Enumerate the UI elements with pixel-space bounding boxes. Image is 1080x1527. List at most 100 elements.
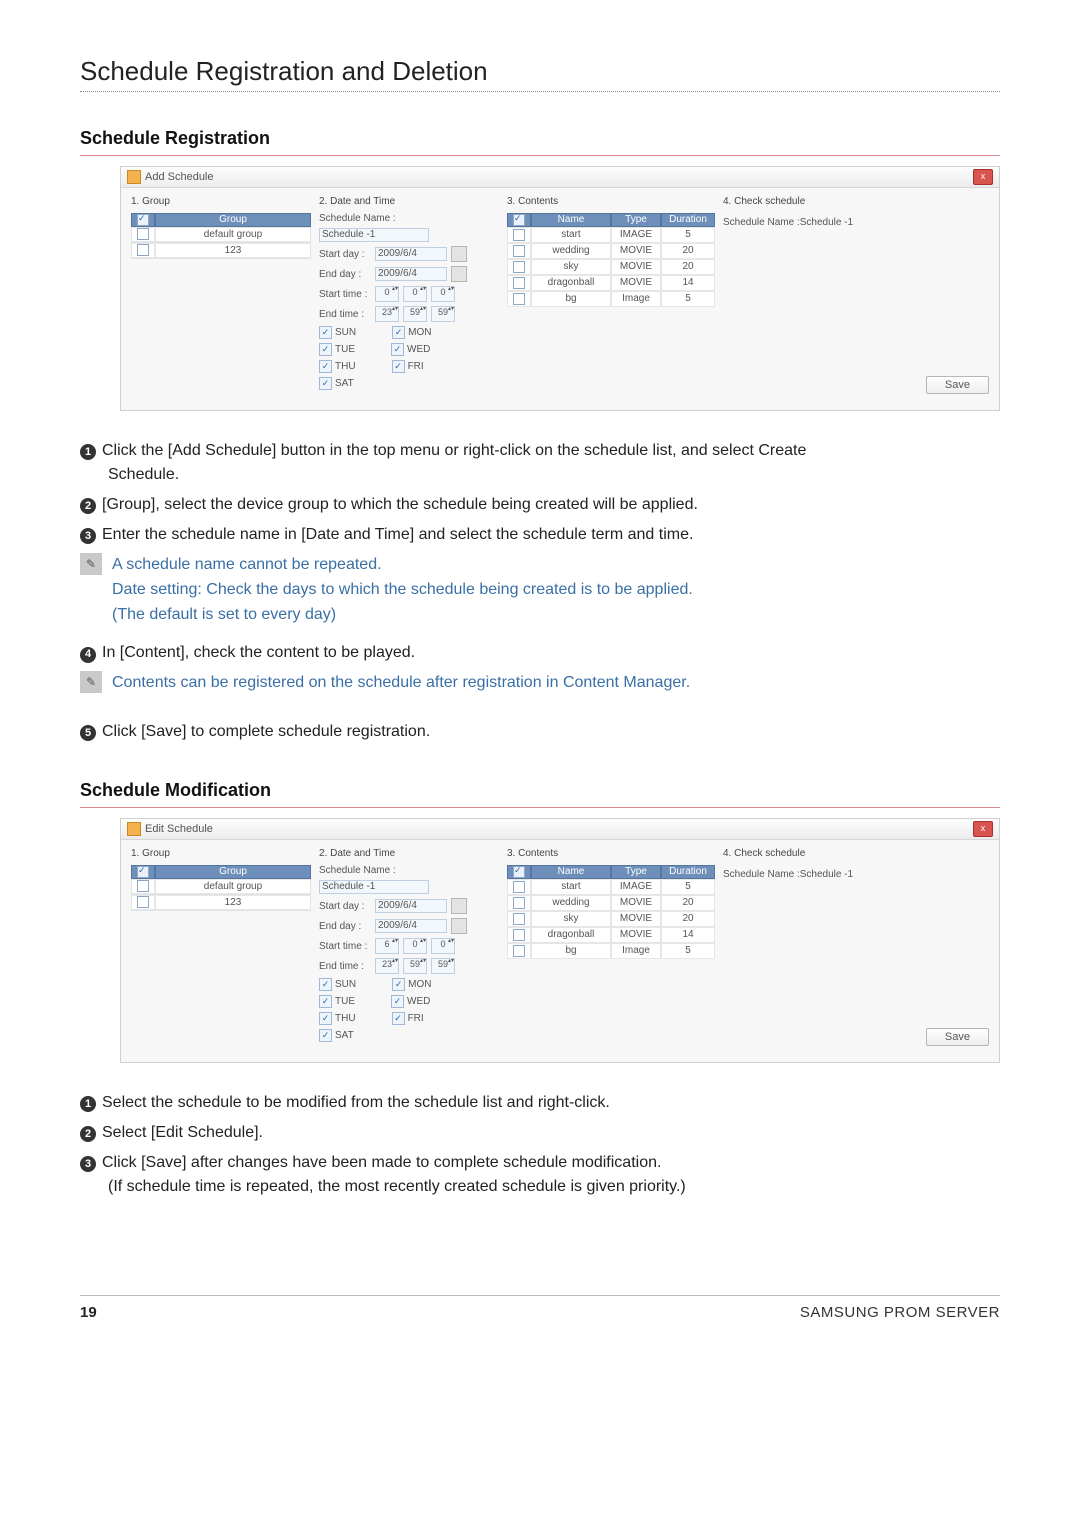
check-schedule-title: 4. Check schedule xyxy=(723,196,989,207)
content-row[interactable]: sky MOVIE 20 xyxy=(507,911,715,927)
end-day-input[interactable]: 2009/6/4 xyxy=(375,919,447,933)
schedule-name-input[interactable]: Schedule -1 xyxy=(319,880,429,894)
bullet-1-icon: 1 xyxy=(80,1096,96,1112)
contents-header-type: Type xyxy=(611,213,661,227)
content-row[interactable]: start IMAGE 5 xyxy=(507,879,715,895)
day-fri[interactable]: ✓FRI xyxy=(392,1012,424,1025)
close-icon[interactable]: x xyxy=(973,821,993,837)
bullet-4-icon: 4 xyxy=(80,647,96,663)
day-thu[interactable]: ✓THU xyxy=(319,360,356,373)
day-mon[interactable]: ✓MON xyxy=(392,326,431,339)
start-sec-spin[interactable]: 0 xyxy=(431,938,455,954)
checkbox-icon[interactable] xyxy=(137,228,149,240)
day-fri[interactable]: ✓FRI xyxy=(392,360,424,373)
dialog-title: Edit Schedule xyxy=(145,823,213,835)
section-divider xyxy=(80,155,1000,156)
schedule-name-label: Schedule Name : xyxy=(319,213,396,224)
group-header-name: Group xyxy=(155,213,311,227)
step-2: 2[Group], select the device group to whi… xyxy=(80,493,1000,517)
start-min-spin[interactable]: 0 xyxy=(403,286,427,302)
start-min-spin[interactable]: 0 xyxy=(403,938,427,954)
content-row[interactable]: bg Image 5 xyxy=(507,291,715,307)
checkbox-icon[interactable] xyxy=(137,880,149,892)
calendar-icon[interactable] xyxy=(451,246,467,262)
checkbox-icon[interactable] xyxy=(513,277,525,289)
note-line: (The default is set to every day) xyxy=(112,603,693,628)
checkbox-icon[interactable] xyxy=(513,913,525,925)
group-section-title: 1. Group xyxy=(131,196,311,207)
bullet-5-icon: 5 xyxy=(80,725,96,741)
start-day-input[interactable]: 2009/6/4 xyxy=(375,247,447,261)
content-row[interactable]: wedding MOVIE 20 xyxy=(507,243,715,259)
close-icon[interactable]: x xyxy=(973,169,993,185)
page-title: Schedule Registration and Deletion xyxy=(80,56,1000,87)
end-sec-spin[interactable]: 59 xyxy=(431,306,455,322)
end-day-input[interactable]: 2009/6/4 xyxy=(375,267,447,281)
start-sec-spin[interactable]: 0 xyxy=(431,286,455,302)
start-hour-spin[interactable]: 0 xyxy=(375,286,399,302)
bullet-3-icon: 3 xyxy=(80,1156,96,1172)
check-schedule-name: Schedule Name :Schedule -1 xyxy=(723,869,989,880)
content-row[interactable]: sky MOVIE 20 xyxy=(507,259,715,275)
dialog-icon xyxy=(127,822,141,836)
contents-header-check[interactable] xyxy=(507,865,531,879)
group-row[interactable]: 123 xyxy=(131,895,311,911)
check-schedule-name: Schedule Name :Schedule -1 xyxy=(723,217,989,228)
end-min-spin[interactable]: 59 xyxy=(403,958,427,974)
group-row[interactable]: 123 xyxy=(131,243,311,259)
day-sun[interactable]: ✓SUN xyxy=(319,978,356,991)
content-row[interactable]: dragonball MOVIE 14 xyxy=(507,927,715,943)
day-sun[interactable]: ✓SUN xyxy=(319,326,356,339)
day-tue[interactable]: ✓TUE xyxy=(319,343,355,356)
end-min-spin[interactable]: 59 xyxy=(403,306,427,322)
day-mon[interactable]: ✓MON xyxy=(392,978,431,991)
end-hour-spin[interactable]: 23 xyxy=(375,306,399,322)
save-button[interactable]: Save xyxy=(926,1028,989,1046)
content-row[interactable]: start IMAGE 5 xyxy=(507,227,715,243)
checkbox-icon[interactable] xyxy=(513,929,525,941)
calendar-icon[interactable] xyxy=(451,898,467,914)
day-wed[interactable]: ✓WED xyxy=(391,343,430,356)
day-sat[interactable]: ✓SAT xyxy=(319,1029,354,1042)
calendar-icon[interactable] xyxy=(451,266,467,282)
bullet-2-icon: 2 xyxy=(80,1126,96,1142)
group-header-name: Group xyxy=(155,865,311,879)
note-line: Date setting: Check the days to which th… xyxy=(112,578,693,603)
step-4: 4In [Content], check the content to be p… xyxy=(80,641,1000,665)
group-name: default group xyxy=(155,879,311,894)
group-section-title: 1. Group xyxy=(131,848,311,859)
checkbox-icon[interactable] xyxy=(513,881,525,893)
mod-step-1: 1Select the schedule to be modified from… xyxy=(80,1091,1000,1115)
note-block: ✎ A schedule name cannot be repeated. Da… xyxy=(80,553,1000,627)
day-sat[interactable]: ✓SAT xyxy=(319,377,354,390)
group-header-check[interactable] xyxy=(131,865,155,879)
checkbox-icon[interactable] xyxy=(513,229,525,241)
note-icon: ✎ xyxy=(80,671,102,693)
checkbox-icon[interactable] xyxy=(137,896,149,908)
content-row[interactable]: bg Image 5 xyxy=(507,943,715,959)
calendar-icon[interactable] xyxy=(451,918,467,934)
checkbox-icon[interactable] xyxy=(513,293,525,305)
group-row[interactable]: default group xyxy=(131,227,311,243)
bullet-3-icon: 3 xyxy=(80,528,96,544)
end-sec-spin[interactable]: 59 xyxy=(431,958,455,974)
day-tue[interactable]: ✓TUE xyxy=(319,995,355,1008)
checkbox-icon[interactable] xyxy=(137,244,149,256)
group-row[interactable]: default group xyxy=(131,879,311,895)
schedule-name-input[interactable]: Schedule -1 xyxy=(319,228,429,242)
page-number: 19 xyxy=(80,1304,97,1321)
content-row[interactable]: dragonball MOVIE 14 xyxy=(507,275,715,291)
content-row[interactable]: wedding MOVIE 20 xyxy=(507,895,715,911)
checkbox-icon[interactable] xyxy=(513,245,525,257)
save-button[interactable]: Save xyxy=(926,376,989,394)
day-thu[interactable]: ✓THU xyxy=(319,1012,356,1025)
checkbox-icon[interactable] xyxy=(513,897,525,909)
group-header-check[interactable] xyxy=(131,213,155,227)
checkbox-icon[interactable] xyxy=(513,261,525,273)
checkbox-icon[interactable] xyxy=(513,945,525,957)
contents-header-check[interactable] xyxy=(507,213,531,227)
day-wed[interactable]: ✓WED xyxy=(391,995,430,1008)
start-hour-spin[interactable]: 6 xyxy=(375,938,399,954)
start-day-input[interactable]: 2009/6/4 xyxy=(375,899,447,913)
end-hour-spin[interactable]: 23 xyxy=(375,958,399,974)
